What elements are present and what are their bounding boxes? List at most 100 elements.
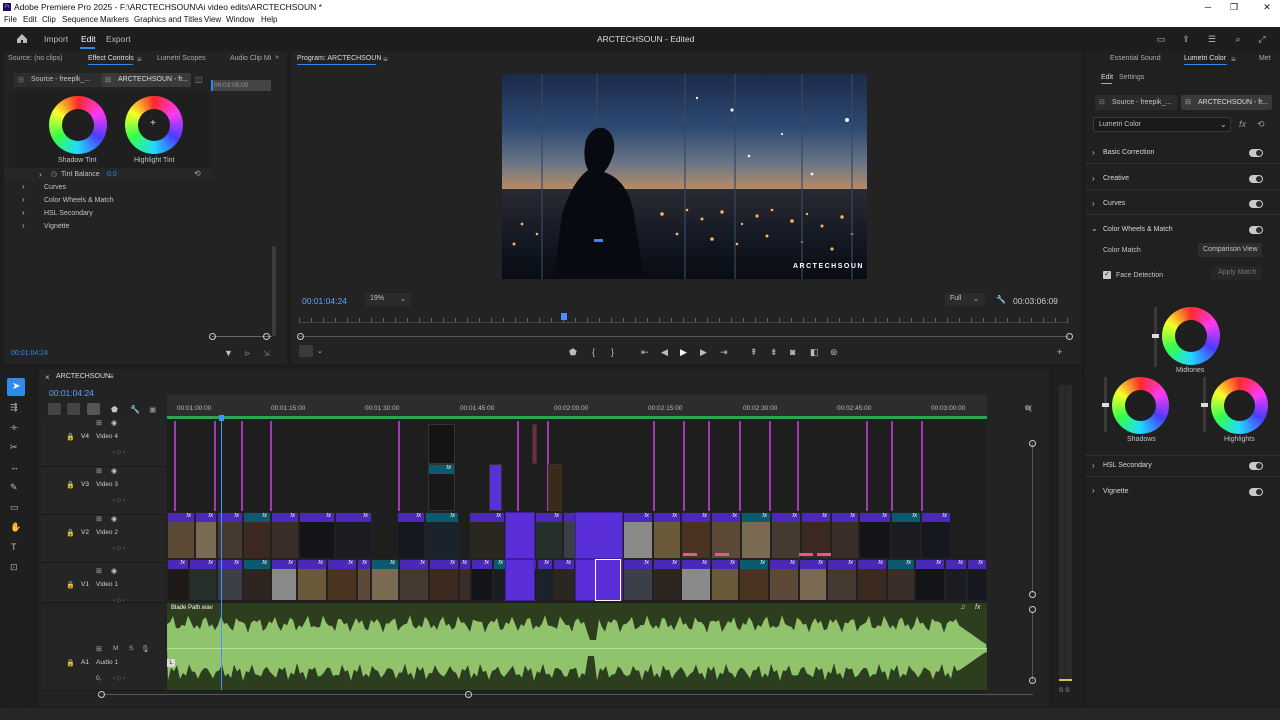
maximize-icon[interactable]: ❐ [1221, 0, 1247, 14]
zoom-handle[interactable] [297, 333, 304, 340]
video-clip[interactable]: fx [915, 559, 945, 601]
video-clip[interactable]: fx [371, 559, 399, 601]
tab-lumetri-color[interactable]: Lumetri Color [1184, 55, 1226, 62]
adjustment-layer-clip[interactable] [891, 421, 893, 511]
video-clip[interactable]: fx [801, 512, 831, 559]
close-icon[interactable]: ✕ [1254, 0, 1280, 14]
tab-lumetri-scopes[interactable]: Lumetri Scopes [157, 55, 206, 62]
video-clip[interactable]: fx [553, 559, 575, 601]
video-clip[interactable]: fx [681, 512, 711, 559]
add-button-icon[interactable]: + [1057, 347, 1062, 357]
scroll-handle[interactable] [465, 691, 472, 698]
video-clip[interactable] [548, 464, 562, 511]
reset-icon[interactable]: ⟲ [194, 169, 201, 178]
panel-menu-icon[interactable]: ≡ [1231, 55, 1236, 64]
expand-arrow-icon[interactable]: › [1092, 148, 1095, 157]
program-zoom-scrollbar[interactable] [299, 336, 1069, 337]
video-clip[interactable]: fx [167, 559, 189, 601]
tab-audio-clip-mixer[interactable]: Audio Clip Mi [230, 55, 271, 62]
scroll-handle[interactable] [98, 691, 105, 698]
subtab-edit[interactable]: Edit [1101, 74, 1113, 81]
adjustment-layer-clip[interactable] [398, 421, 400, 511]
video-clip[interactable]: fx [459, 559, 471, 601]
video-clip[interactable]: fx [537, 559, 553, 601]
step-forward-icon[interactable]: ▶ [700, 347, 707, 357]
selected-clip-outline[interactable] [595, 559, 621, 601]
video-clip[interactable]: fx [189, 559, 217, 601]
mark-in-icon[interactable]: { [592, 347, 595, 357]
insert-overwrite-icon[interactable] [48, 403, 61, 415]
collapse-arrow-icon[interactable]: ⌄ [1091, 224, 1098, 233]
expand-arrow-icon[interactable]: › [1092, 461, 1095, 470]
razor-icon[interactable]: ✂ [10, 442, 18, 453]
wrench-icon[interactable]: 🔧 [130, 405, 140, 414]
section-curves[interactable]: Curves [44, 184, 66, 191]
menu-edit[interactable]: Edit [23, 15, 37, 24]
adjustment-layer-clip[interactable] [214, 421, 216, 511]
camera-sync-icon[interactable]: ⊞ [96, 467, 102, 475]
menu-graphics[interactable]: Graphics and Titles [134, 15, 202, 24]
expand-arrow-icon[interactable]: › [22, 195, 25, 204]
workspaces-icon[interactable]: ☰ [1206, 34, 1218, 44]
camera-sync-icon[interactable]: ⊞ [96, 515, 102, 523]
mini-timeline[interactable]: 00:03:05:00 [211, 80, 271, 91]
video-clip[interactable]: fx [535, 512, 563, 559]
video-clip[interactable]: fx [425, 512, 459, 559]
section-color-wheels-match[interactable]: Color Wheels & Match [1103, 226, 1173, 233]
reset-icon[interactable]: ⟲ [1257, 119, 1265, 130]
video-clip[interactable] [489, 464, 502, 511]
lock-icon[interactable]: 🔒 [66, 529, 75, 537]
keyframe-nav-icon[interactable]: ‹ ◇ › [113, 675, 125, 682]
section-curves[interactable]: Curves [1103, 200, 1125, 207]
video-clip[interactable] [532, 424, 537, 464]
clip-tab-sequence[interactable]: ⊟ ARCTECHSOUN - fr... [1181, 95, 1272, 110]
extract-icon[interactable]: ⇟ [770, 347, 778, 357]
video-clip[interactable]: fx [195, 512, 217, 559]
search-icon[interactable]: ⌕ [1232, 34, 1244, 44]
adjustment-layer-clip[interactable] [683, 421, 685, 511]
solo-button[interactable]: S [129, 645, 133, 652]
toggle-color-wheels[interactable] [1249, 226, 1263, 234]
subtab-settings[interactable]: Settings [1119, 74, 1144, 81]
menu-sequence[interactable]: Sequence [62, 15, 98, 24]
video-clip[interactable]: fx [271, 512, 299, 559]
section-hsl-secondary[interactable]: HSL Secondary [44, 210, 93, 217]
lock-icon[interactable]: 🔒 [66, 481, 75, 489]
clip-tab-sequence[interactable]: ⊟ ARCTECHSOUN - fr... [101, 73, 191, 87]
scroll-handle[interactable] [1029, 677, 1036, 684]
step-back-icon[interactable]: ◀ [661, 347, 668, 357]
menu-view[interactable]: View [204, 15, 221, 24]
toggle-hsl-secondary[interactable] [1249, 462, 1263, 470]
camera-sync-icon[interactable]: ⊞ [96, 567, 102, 575]
video-clip[interactable]: fx [857, 559, 887, 601]
adjustment-layer-clip[interactable] [174, 421, 176, 511]
menu-file[interactable]: File [4, 15, 17, 24]
shadow-tint-wheel[interactable] [49, 96, 107, 154]
rectangle-icon[interactable]: ▭ [10, 502, 19, 513]
track-select-icon[interactable]: ⇶ [10, 402, 18, 413]
expand-arrow-icon[interactable]: › [22, 182, 25, 191]
adjustment-layer-clip[interactable] [797, 421, 799, 511]
audio-vertical-scrollbar[interactable] [1032, 612, 1033, 682]
tab-import[interactable]: Import [44, 34, 68, 44]
snap-icon[interactable] [67, 403, 80, 415]
video-clip[interactable]: fx [711, 559, 739, 601]
video-clip[interactable]: fx [271, 559, 297, 601]
tab-effect-controls[interactable]: Effect Controls [88, 55, 134, 62]
program-timecode[interactable]: 00:01:04:24 [302, 296, 347, 306]
video-clip[interactable]: fx [967, 559, 987, 601]
linked-selection-icon[interactable] [87, 403, 100, 415]
video-clip[interactable] [428, 424, 455, 464]
video-clip[interactable]: fx [299, 512, 335, 559]
keyframe-nav-icon[interactable]: ‹ ◇ › [113, 449, 125, 456]
graphics-clip[interactable] [575, 512, 623, 559]
adjustment-layer-clip[interactable] [241, 421, 243, 511]
track-id[interactable]: V1 [81, 581, 89, 588]
video-clip[interactable]: fx [887, 559, 915, 601]
section-vignette[interactable]: Vignette [1103, 488, 1129, 495]
track-id[interactable]: A1 [81, 659, 89, 666]
video-clip[interactable]: fx [428, 464, 455, 511]
tab-essential-sound[interactable]: Essential Sound [1110, 55, 1161, 62]
menu-window[interactable]: Window [226, 15, 254, 24]
selection-tool[interactable]: ➤ [7, 378, 25, 396]
